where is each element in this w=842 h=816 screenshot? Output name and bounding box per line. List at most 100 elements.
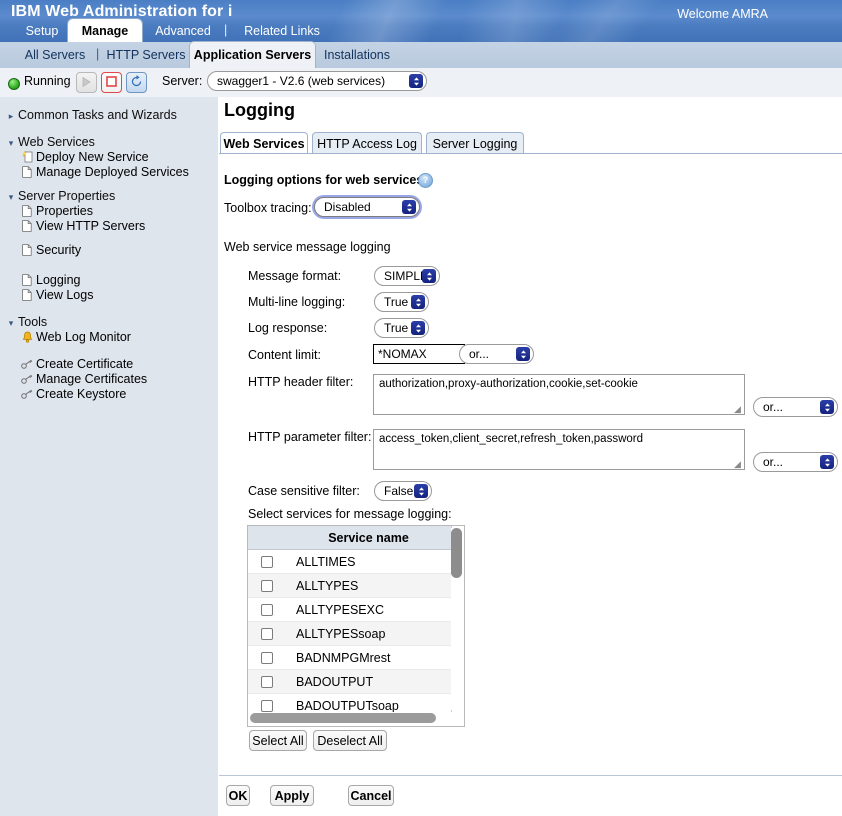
page-icon	[18, 166, 36, 181]
service-name-column-header: Service name	[286, 526, 451, 550]
checkbox-icon[interactable]	[261, 628, 273, 641]
apply-button[interactable]: Apply	[270, 785, 314, 806]
primary-tab-advanced[interactable]: Advanced	[144, 19, 222, 42]
primary-tab-separator: |	[224, 23, 228, 37]
stop-icon	[106, 75, 117, 90]
service-list-horizontal-scrollbar[interactable]	[250, 713, 448, 723]
row-checkbox-cell[interactable]	[248, 573, 286, 598]
multiline-logging-select[interactable]: True	[374, 292, 429, 312]
sidebar-group-common-tasks: ▸ Common Tasks and Wizards	[0, 108, 218, 123]
sidebar-item-view-http-servers[interactable]: View HTTP Servers	[0, 219, 218, 234]
row-checkbox-cell[interactable]	[248, 597, 286, 622]
table-row[interactable]: BADOUTPUT	[248, 669, 451, 694]
http-parameter-filter-alt-select[interactable]: or...	[753, 452, 838, 472]
table-row[interactable]: ALLTYPES	[248, 573, 451, 598]
checkbox-icon[interactable]	[261, 652, 273, 665]
cancel-button[interactable]: Cancel	[348, 785, 394, 806]
primary-tab-manage[interactable]: Manage	[68, 19, 142, 42]
checkbox-icon[interactable]	[261, 676, 273, 689]
tab-web-services[interactable]: Web Services	[220, 132, 308, 154]
start-server-button[interactable]	[76, 72, 97, 93]
checkbox-icon[interactable]	[261, 556, 273, 569]
table-header-row: Service name	[248, 526, 451, 550]
sidebar-group-server-properties-header[interactable]: ▾ Server Properties	[0, 189, 218, 204]
service-name-cell: BADOUTPUTsoap	[286, 693, 451, 712]
log-response-value: True	[384, 321, 409, 335]
case-sensitive-filter-select[interactable]: False	[374, 481, 432, 501]
sidebar-item-deploy-new-service[interactable]: Deploy New Service	[0, 150, 218, 165]
content-limit-alt-select[interactable]: or...	[459, 344, 534, 364]
resize-grip-icon[interactable]: ◢	[734, 405, 743, 414]
triangle-down-icon[interactable]: ▾	[4, 138, 18, 149]
row-checkbox-cell[interactable]	[248, 549, 286, 574]
sidebar-group-tools-header[interactable]: ▾ Tools	[0, 315, 218, 330]
key-icon	[18, 389, 36, 403]
select-all-button[interactable]: Select All	[249, 730, 307, 751]
restart-server-button[interactable]	[126, 72, 147, 93]
secondary-tab-bar: All Servers | HTTP Servers Application S…	[0, 42, 842, 69]
service-list-vertical-scrollbar[interactable]	[451, 528, 462, 710]
vertical-scroll-thumb[interactable]	[451, 528, 462, 578]
message-logging-heading: Web service message logging	[224, 240, 391, 254]
http-parameter-filter-textarea[interactable]: access_token,client_secret,refresh_token…	[373, 429, 745, 470]
table-row[interactable]: BADOUTPUTsoap	[248, 693, 451, 712]
http-header-filter-textarea[interactable]: authorization,proxy-authorization,cookie…	[373, 374, 745, 415]
row-checkbox-cell[interactable]	[248, 693, 286, 712]
sidebar-item-view-logs[interactable]: View Logs	[0, 288, 218, 303]
triangle-down-icon[interactable]: ▾	[4, 192, 18, 203]
secondary-tab-installations[interactable]: Installations	[317, 42, 397, 68]
toolbox-tracing-select[interactable]: Disabled	[314, 197, 420, 217]
server-status-dot-icon	[8, 78, 20, 90]
sidebar-item-label: View Logs	[36, 288, 94, 302]
sidebar-item-create-certificate[interactable]: Create Certificate	[0, 357, 218, 372]
secondary-tab-http-servers[interactable]: HTTP Servers	[104, 42, 188, 68]
multiline-logging-label: Multi-line logging:	[248, 295, 346, 309]
table-row[interactable]: ALLTYPESEXC	[248, 597, 451, 622]
sidebar-group-server-properties: ▾ Server Properties Properties View HTTP …	[0, 189, 218, 234]
http-header-filter-alt-select[interactable]: or...	[753, 397, 838, 417]
service-table: Service name ALLTIMES ALLTYPES ALLTYPESE…	[248, 526, 451, 712]
sidebar-group-web-services-header[interactable]: ▾ Web Services	[0, 135, 218, 150]
secondary-tab-application-servers[interactable]: Application Servers	[190, 42, 315, 68]
resize-grip-icon[interactable]: ◢	[734, 460, 743, 469]
help-icon[interactable]: ?	[418, 173, 433, 188]
checkbox-icon[interactable]	[261, 700, 273, 712]
sidebar-item-web-log-monitor[interactable]: Web Log Monitor	[0, 330, 218, 345]
toolbox-tracing-value: Disabled	[324, 200, 371, 214]
row-checkbox-cell[interactable]	[248, 621, 286, 646]
http-header-filter-alt-value: or...	[763, 400, 784, 414]
sidebar-item-manage-certificates[interactable]: Manage Certificates	[0, 372, 218, 387]
row-checkbox-cell[interactable]	[248, 645, 286, 670]
ok-button[interactable]: OK	[226, 785, 250, 806]
sidebar-item-create-keystore[interactable]: Create Keystore	[0, 387, 218, 402]
sidebar-item-logging[interactable]: Logging	[0, 273, 218, 288]
chevron-updown-icon	[516, 347, 530, 361]
server-select[interactable]: swagger1 - V2.6 (web services)	[207, 71, 427, 91]
checkbox-icon[interactable]	[261, 580, 273, 593]
sidebar-item-common-tasks-and-wizards[interactable]: ▸ Common Tasks and Wizards	[0, 108, 218, 123]
multiline-logging-value: True	[384, 295, 409, 309]
tab-http-access-log[interactable]: HTTP Access Log	[312, 132, 422, 154]
row-checkbox-cell[interactable]	[248, 669, 286, 694]
sidebar-item-label: Web Log Monitor	[36, 330, 131, 344]
tab-server-logging[interactable]: Server Logging	[426, 132, 524, 154]
table-row[interactable]: BADNMPGMrest	[248, 645, 451, 670]
message-format-select[interactable]: SIMPLE	[374, 266, 440, 286]
triangle-down-icon[interactable]: ▾	[4, 318, 18, 329]
primary-tab-setup[interactable]: Setup	[16, 19, 68, 42]
sidebar-item-properties[interactable]: Properties	[0, 204, 218, 219]
table-row[interactable]: ALLTYPESsoap	[248, 621, 451, 646]
horizontal-scroll-thumb[interactable]	[250, 713, 436, 723]
deselect-all-button[interactable]: Deselect All	[313, 730, 387, 751]
content-limit-input[interactable]: *NOMAX	[373, 344, 465, 364]
sidebar-item-manage-deployed-services[interactable]: Manage Deployed Services	[0, 165, 218, 180]
primary-tab-related-links[interactable]: Related Links	[232, 19, 332, 42]
checkbox-icon[interactable]	[261, 604, 273, 617]
secondary-tab-all-servers[interactable]: All Servers	[16, 42, 94, 68]
triangle-right-icon[interactable]: ▸	[4, 111, 18, 122]
log-response-select[interactable]: True	[374, 318, 429, 338]
table-row[interactable]: ALLTIMES	[248, 549, 451, 574]
server-toolbar: Running Server: swagger1 - V2.6 (web ser…	[0, 68, 842, 98]
sidebar-item-security[interactable]: Security	[0, 243, 218, 258]
stop-server-button[interactable]	[101, 72, 122, 93]
